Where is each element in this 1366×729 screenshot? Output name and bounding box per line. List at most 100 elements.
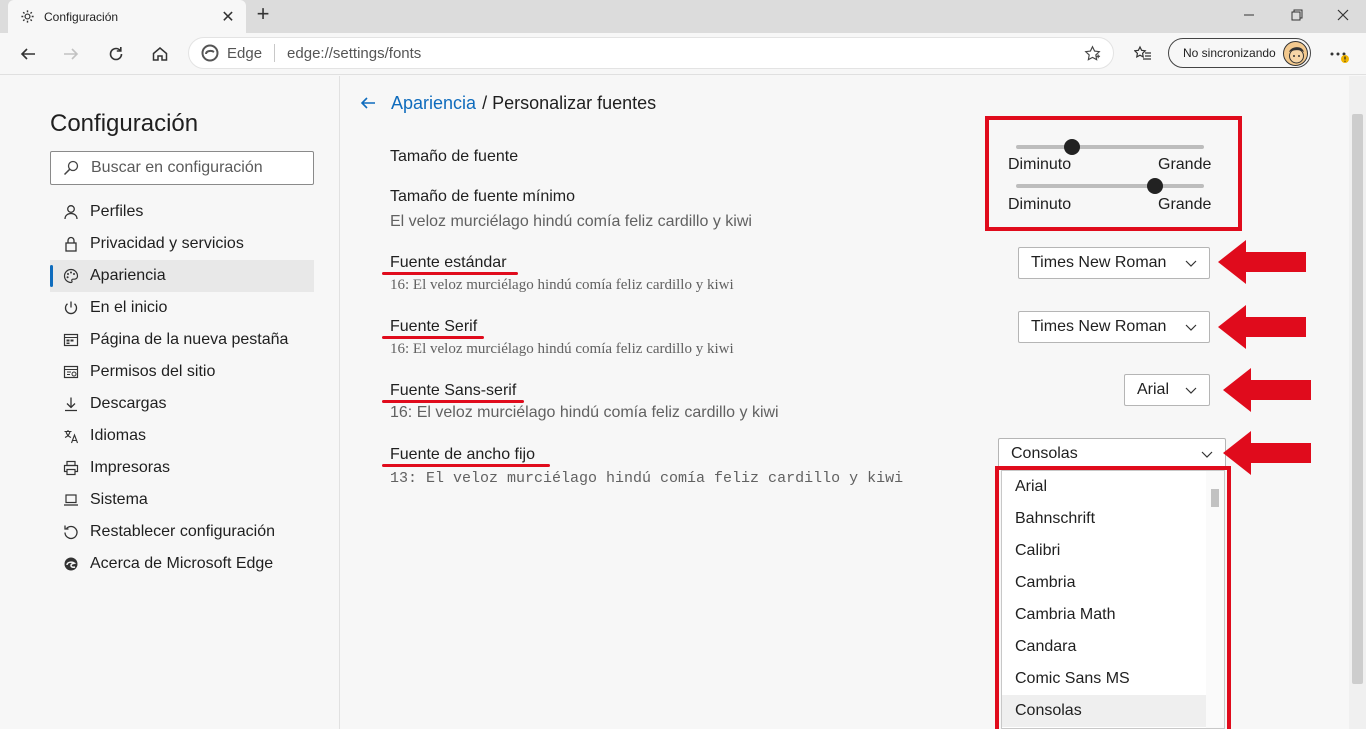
settings-search[interactable] [50,151,314,185]
back-button[interactable] [12,38,44,70]
underline-sans-serif-font [382,400,524,403]
lock-icon [62,235,80,253]
search-input[interactable] [91,159,301,177]
new-tab-button[interactable]: + [252,3,274,26]
edge-logo-icon [201,44,219,62]
chevron-down-icon [1185,387,1197,394]
person-icon [62,203,80,221]
sidebar-item-about[interactable]: Acerca de Microsoft Edge [50,548,314,580]
minimize-button[interactable] [1226,0,1272,30]
sidebar-item-profiles[interactable]: Perfiles [50,196,314,228]
sidebar-item-label: Sistema [90,491,148,508]
address-bar[interactable]: Edge edge://settings/fonts [188,37,1114,69]
serif-font-select[interactable]: Times New Roman [1018,311,1210,343]
sidebar-item-privacy[interactable]: Privacidad y servicios [50,228,314,260]
profile-sync-button[interactable]: No sincronizando [1168,38,1311,68]
sidebar-item-label: Idiomas [90,427,147,444]
standard-font-sample: 16: El veloz murciélago hindú comía feli… [390,277,734,293]
printer-icon [62,459,80,477]
sidebar-item-label: En el inicio [90,299,168,316]
sidebar-item-downloads[interactable]: Descargas [50,388,314,420]
sidebar-item-label: Acerca de Microsoft Edge [90,555,274,572]
home-button[interactable] [144,38,176,70]
red-arrow-icon [1218,305,1306,349]
font-size-slider[interactable] [1016,145,1204,149]
page-scrollbar[interactable] [1349,76,1366,729]
language-icon [62,427,80,445]
tab-settings[interactable]: Configuración ✕ [8,0,246,33]
reset-icon [62,523,80,541]
min-font-size-slider-thumb[interactable] [1147,178,1164,194]
back-arrow-icon[interactable] [359,92,381,114]
standard-font-label: Fuente estándar [390,254,507,271]
fixed-width-font-value: Consolas [1011,445,1078,462]
red-arrow-icon [1218,240,1306,284]
refresh-button[interactable] [100,38,132,70]
sidebar-item-appearance[interactable]: Apariencia [50,260,314,292]
standard-font-select[interactable]: Times New Roman [1018,247,1210,279]
arrow-right-icon [64,48,79,60]
serif-font-value: Times New Roman [1031,318,1167,335]
palette-icon [62,267,80,285]
sidebar-item-startup[interactable]: En el inicio [50,292,314,324]
red-arrow-icon [1223,431,1311,475]
sidebar-item-label: Descargas [90,395,167,412]
sidebar-item-newtab[interactable]: Página de la nueva pestaña [50,324,314,356]
fixed-width-font-sample: 13: El veloz murciélago hindú comía feli… [390,470,904,487]
underline-fixed-width-font [382,464,550,467]
restore-button[interactable] [1274,0,1320,30]
chevron-down-icon [1185,324,1197,331]
min-font-size-label: Tamaño de fuente mínimo [390,188,575,205]
underline-serif-font [382,336,484,339]
page-scroll-thumb[interactable] [1352,114,1363,684]
chevron-down-icon [1185,260,1197,267]
minimize-icon [1244,14,1254,16]
sidebar-item-label: Restablecer configuración [90,523,275,540]
breadcrumb: Apariencia / Personalizar fuentes [359,92,656,114]
sidebar-item-system[interactable]: Sistema [50,484,314,516]
settings-main: Apariencia / Personalizar fuentes Tamaño… [341,76,1349,729]
sidebar-item-printers[interactable]: Impresoras [50,452,314,484]
more-dots-icon [1330,52,1349,63]
highlight-box-dropdown [995,466,1231,729]
arrow-left-icon [20,48,35,60]
more-menu-button[interactable] [1324,38,1356,70]
breadcrumb-parent-link[interactable]: Apariencia [391,93,476,114]
browser-toolbar: Edge edge://settings/fonts No sincroniza… [0,33,1366,75]
sidebar-item-label: Página de la nueva pestaña [90,331,289,348]
address-url[interactable]: edge://settings/fonts [287,45,1081,62]
restore-icon [1291,9,1303,21]
min-font-size-sample: El veloz murciélago hindú comía feliz ca… [390,213,752,230]
sans-serif-font-label: Fuente Sans-serif [390,382,517,399]
download-icon [62,395,80,413]
sidebar-item-label: Impresoras [90,459,171,476]
sidebar-item-label: Apariencia [90,267,166,284]
laptop-icon [62,491,80,509]
page-title: Configuración [50,110,199,137]
font-size-label: Tamaño de fuente [390,148,519,165]
serif-font-label: Fuente Serif [390,318,478,335]
tab-title: Configuración [44,9,119,24]
sans-serif-font-value: Arial [1137,381,1170,398]
settings-nav: Perfiles Privacidad y servicios Aparienc… [50,196,314,580]
fixed-width-font-label: Fuente de ancho fijo [390,446,535,463]
forward-button[interactable] [55,38,87,70]
sidebar-item-languages[interactable]: Idiomas [50,420,314,452]
underline-standard-font [382,272,518,275]
power-icon [62,299,80,317]
close-tab-icon[interactable]: ✕ [220,7,236,27]
search-icon [63,160,79,176]
min-font-size-slider[interactable] [1016,184,1204,188]
min-font-size-max-label: Grande [1158,196,1212,213]
address-divider [274,44,276,62]
favorites-button[interactable] [1127,38,1159,70]
sidebar-item-reset[interactable]: Restablecer configuración [50,516,314,548]
chevron-down-icon [1201,451,1213,458]
sans-serif-font-select[interactable]: Arial [1124,374,1210,406]
breadcrumb-current: / Personalizar fuentes [482,92,657,113]
sidebar-item-site-permissions[interactable]: Permisos del sitio [50,356,314,388]
favorite-star-icon[interactable] [1081,42,1103,64]
favorites-list-icon [1134,45,1151,60]
close-window-button[interactable] [1320,0,1366,30]
sans-serif-font-sample: 16: El veloz murciélago hindú comía feli… [390,404,779,421]
